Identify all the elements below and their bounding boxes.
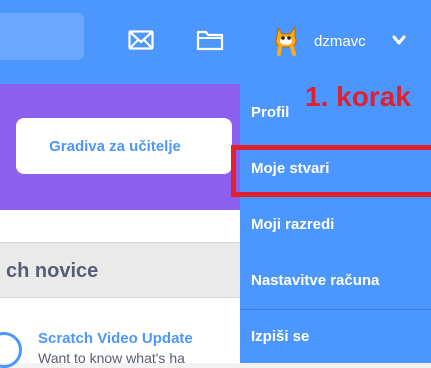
menu-item-sign-out[interactable]: Izpiši se	[240, 308, 431, 364]
step-label: 1. korak	[305, 81, 411, 112]
mail-icon[interactable]	[128, 27, 154, 53]
news-heading: ch novice	[6, 260, 99, 282]
news-item-text: Want to know what's ha	[38, 350, 185, 366]
news-item-title[interactable]: Scratch Video Update	[38, 330, 193, 347]
teacher-resources-button[interactable]: Gradiva za učitelje	[16, 118, 232, 174]
menu-item-account-settings[interactable]: Nastavitve računa	[240, 252, 431, 308]
username-label[interactable]: dzmavc	[314, 33, 366, 50]
menu-divider	[240, 309, 431, 310]
scratch-cat-avatar[interactable]	[271, 24, 301, 56]
folder-icon[interactable]	[196, 27, 224, 53]
chevron-down-icon[interactable]	[392, 33, 406, 47]
highlight-box	[231, 145, 431, 197]
account-dropdown-menu: Profil Moje stvari Moji razredi Nastavit…	[240, 84, 431, 363]
search-input[interactable]	[0, 13, 84, 60]
menu-item-my-classes[interactable]: Moji razredi	[240, 196, 431, 252]
